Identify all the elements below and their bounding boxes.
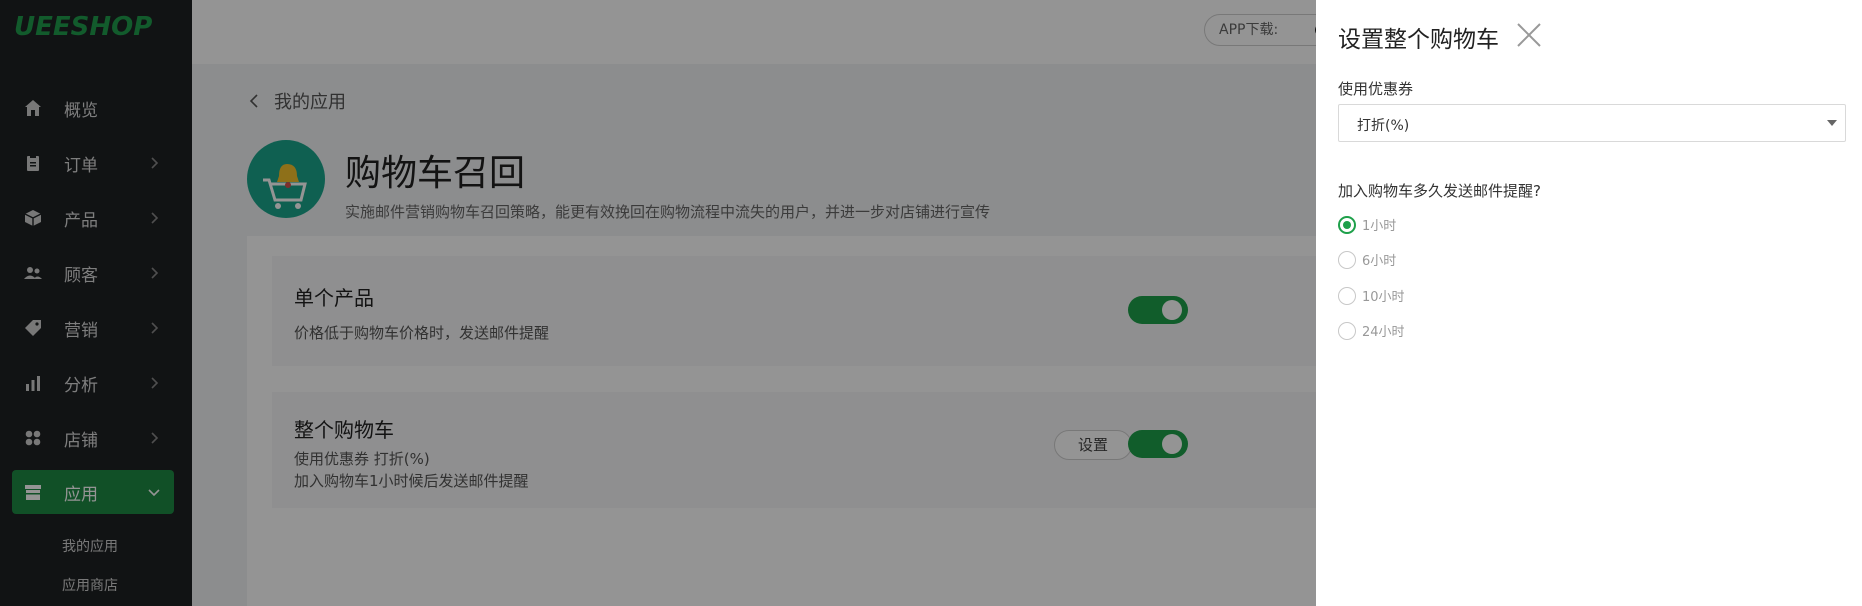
radio-1h[interactable]: 1小时 bbox=[1338, 215, 1396, 234]
coupon-select-value: 打折(%) bbox=[1357, 118, 1410, 134]
caret-down-icon bbox=[1827, 120, 1837, 126]
radio-circle bbox=[1338, 321, 1356, 340]
coupon-select[interactable]: 打折(%) bbox=[1338, 104, 1846, 142]
radio-10h[interactable]: 10小时 bbox=[1338, 286, 1405, 305]
modal-overlay[interactable] bbox=[0, 0, 1316, 606]
radio-label: 24小时 bbox=[1362, 325, 1405, 340]
radio-circle bbox=[1338, 215, 1356, 234]
radio-label: 1小时 bbox=[1362, 219, 1397, 234]
radio-circle bbox=[1338, 286, 1356, 305]
remind-label: 加入购物车多久发送邮件提醒? bbox=[1338, 182, 1541, 200]
radio-24h[interactable]: 24小时 bbox=[1338, 321, 1405, 340]
close-icon[interactable] bbox=[1516, 22, 1542, 48]
settings-drawer: 设置整个购物车 使用优惠券 打折(%) 加入购物车多久发送邮件提醒? 1小时 6… bbox=[1316, 0, 1862, 606]
drawer-title: 设置整个购物车 bbox=[1338, 27, 1499, 53]
radio-circle bbox=[1338, 250, 1356, 269]
radio-label: 10小时 bbox=[1362, 290, 1405, 305]
coupon-label: 使用优惠券 bbox=[1338, 80, 1414, 98]
radio-label: 6小时 bbox=[1362, 254, 1397, 269]
radio-6h[interactable]: 6小时 bbox=[1338, 250, 1396, 269]
